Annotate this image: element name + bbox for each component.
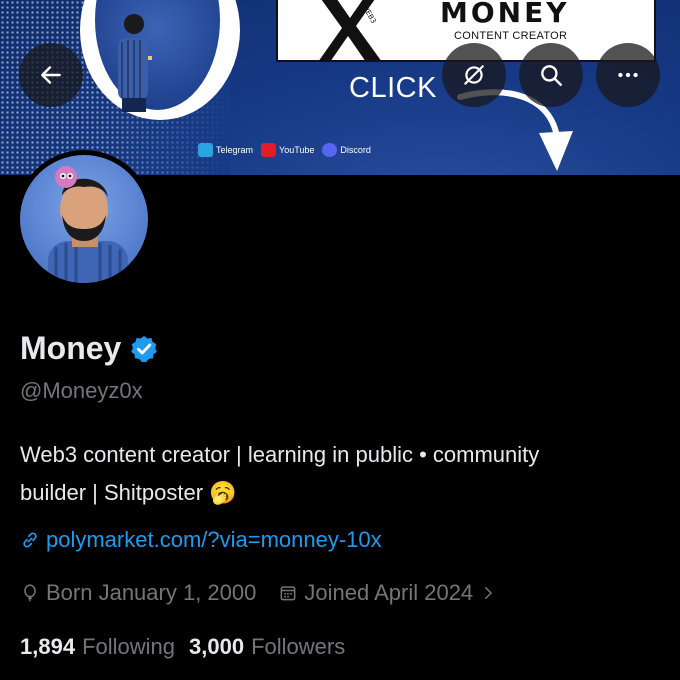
grok-button[interactable]: [442, 43, 506, 107]
discord-link: Discord: [322, 143, 371, 157]
grok-icon: [464, 65, 484, 85]
bio-line: builder | Shitposter 🥱: [20, 480, 237, 505]
arrow-left-icon: [41, 66, 61, 84]
birthday-text: Born January 1, 2000: [46, 580, 257, 605]
joined-text[interactable]: Joined April 2024: [304, 580, 473, 606]
calendar-icon: [280, 586, 296, 601]
followers-label[interactable]: Followers: [251, 634, 345, 660]
profile-meta: Born January 1, 2000 Joined April 2024: [20, 580, 519, 606]
profile-name-row: Money: [20, 330, 159, 367]
balloon-icon: [24, 584, 36, 602]
search-button[interactable]: [519, 43, 583, 107]
bio-line: Web3 content creator | learning in publi…: [20, 442, 540, 467]
followers-count[interactable]: 3,000: [189, 634, 244, 660]
banner-social-links: Telegram YouTube Discord: [198, 143, 371, 157]
banner-person-illustration: [118, 14, 152, 112]
joined-item[interactable]: Joined April 2024: [278, 580, 497, 606]
banner-card-title: MONEY: [440, 0, 570, 29]
youtube-link: YouTube: [261, 143, 314, 157]
search-icon: [541, 65, 562, 86]
more-button[interactable]: [596, 43, 660, 107]
discord-icon: [322, 143, 338, 157]
following-label[interactable]: Following: [82, 634, 175, 660]
more-icon: [618, 72, 638, 78]
following-count[interactable]: 1,894: [20, 634, 75, 660]
banner-click-text: CLICK: [349, 72, 437, 104]
chevron-right-icon[interactable]: [479, 584, 497, 602]
avatar-illustration: [48, 166, 128, 283]
youtube-icon: [261, 143, 277, 157]
banner-card-subtitle: CONTENT CREATOR: [454, 30, 568, 42]
link-icon: [23, 532, 37, 548]
x-logo-icon: WEB3: [318, 0, 382, 62]
follow-stats: 1,894 Following 3,000 Followers: [20, 634, 359, 660]
back-button[interactable]: [19, 43, 83, 107]
profile-bio: Web3 content creator | learning in publi…: [20, 436, 640, 512]
profile-link[interactable]: polymarket.com/?via=monney-10x: [20, 527, 382, 553]
profile-link-text[interactable]: polymarket.com/?via=monney-10x: [46, 527, 382, 553]
telegram-link: Telegram: [198, 143, 253, 157]
verified-badge-icon[interactable]: [129, 334, 159, 364]
telegram-icon: [198, 143, 213, 157]
profile-avatar[interactable]: [15, 150, 153, 288]
user-handle: @Moneyz0x: [20, 378, 143, 403]
birthday-item: Born January 1, 2000: [20, 580, 256, 606]
display-name: Money: [20, 330, 122, 366]
avatar-image: [20, 155, 148, 283]
